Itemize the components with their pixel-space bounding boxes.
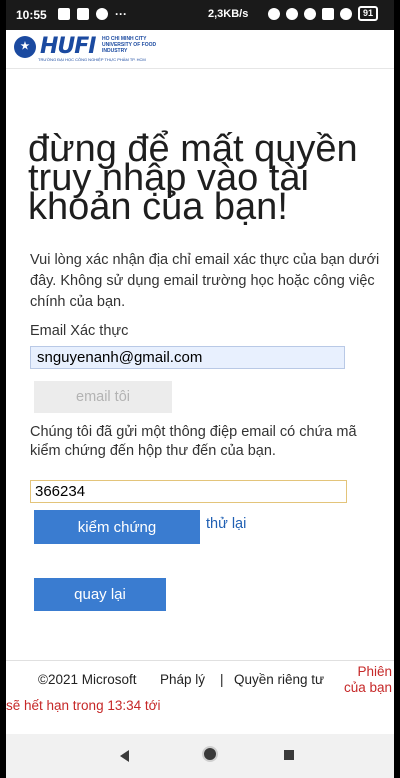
phone-screen: 10:55 ··· 2,3KB/s 91 ★ HUFI HO CHI MINH … [6, 0, 394, 778]
email-label: Email Xác thực [30, 323, 129, 339]
battery-icon: 91 [358, 6, 379, 21]
email-field[interactable] [30, 346, 345, 369]
nav-home-icon[interactable] [202, 746, 218, 762]
signal-icon [322, 7, 334, 20]
chat-notification-icon [58, 8, 70, 20]
privacy-link[interactable]: Quyền riêng tư [234, 672, 324, 687]
back-button[interactable]: quay lại [34, 578, 166, 611]
network-speed: 2,3KB/s [208, 8, 249, 20]
site-header: ★ HUFI HO CHI MINH CITY UNIVERSITY OF FO… [6, 30, 394, 69]
status-bar: 10:55 ··· 2,3KB/s 91 [6, 0, 394, 30]
alarm-icon [304, 7, 316, 20]
code-sent-message: Chúng tôi đã gửi một thông điệp email có… [30, 424, 357, 459]
footer-separator: | [220, 672, 224, 687]
logo-tagline: TRƯỜNG ĐẠI HỌC CÔNG NGHIỆP THỰC PHẨM TP.… [38, 57, 146, 62]
retry-link[interactable]: thử lại [206, 516, 246, 532]
email-me-button[interactable]: email tôi [34, 381, 172, 413]
logo-emblem-icon: ★ [14, 35, 36, 58]
accessibility-notification-icon [96, 8, 108, 20]
android-nav-bar [6, 734, 394, 778]
legal-link[interactable]: Pháp lý [160, 672, 205, 687]
status-time: 10:55 [16, 8, 47, 22]
eye-icon [286, 7, 298, 20]
page-title: đừng để mất quyền truy nhập vào tài khoả… [28, 128, 358, 228]
app-notification-icon [77, 8, 89, 20]
logo-subtitle: HO CHI MINH CITY UNIVERSITY OF FOOD INDU… [102, 36, 157, 54]
hufi-logo[interactable]: ★ HUFI [14, 34, 96, 59]
wifi-icon [340, 7, 352, 20]
system-icons: 91 [268, 6, 379, 21]
verification-code-field[interactable] [30, 480, 347, 503]
session-expiry-text: Phiên của bạn [343, 664, 392, 695]
notification-icons: ··· [58, 7, 127, 21]
verify-button[interactable]: kiểm chứng [34, 510, 200, 544]
copyright-text: ©2021 Microsoft [38, 672, 137, 687]
session-expiry-text-continued: sẽ hết hạn trong 13:34 tới [6, 698, 161, 713]
nav-recents-icon[interactable] [284, 750, 294, 760]
instructions-text: Vui lòng xác nhận địa chỉ email xác thực… [30, 252, 380, 310]
more-notifications: ··· [115, 7, 127, 21]
footer-divider [6, 660, 394, 661]
nav-back-icon[interactable] [120, 750, 129, 762]
logo-text: HUFI [40, 34, 96, 59]
bluetooth-icon [268, 7, 280, 20]
